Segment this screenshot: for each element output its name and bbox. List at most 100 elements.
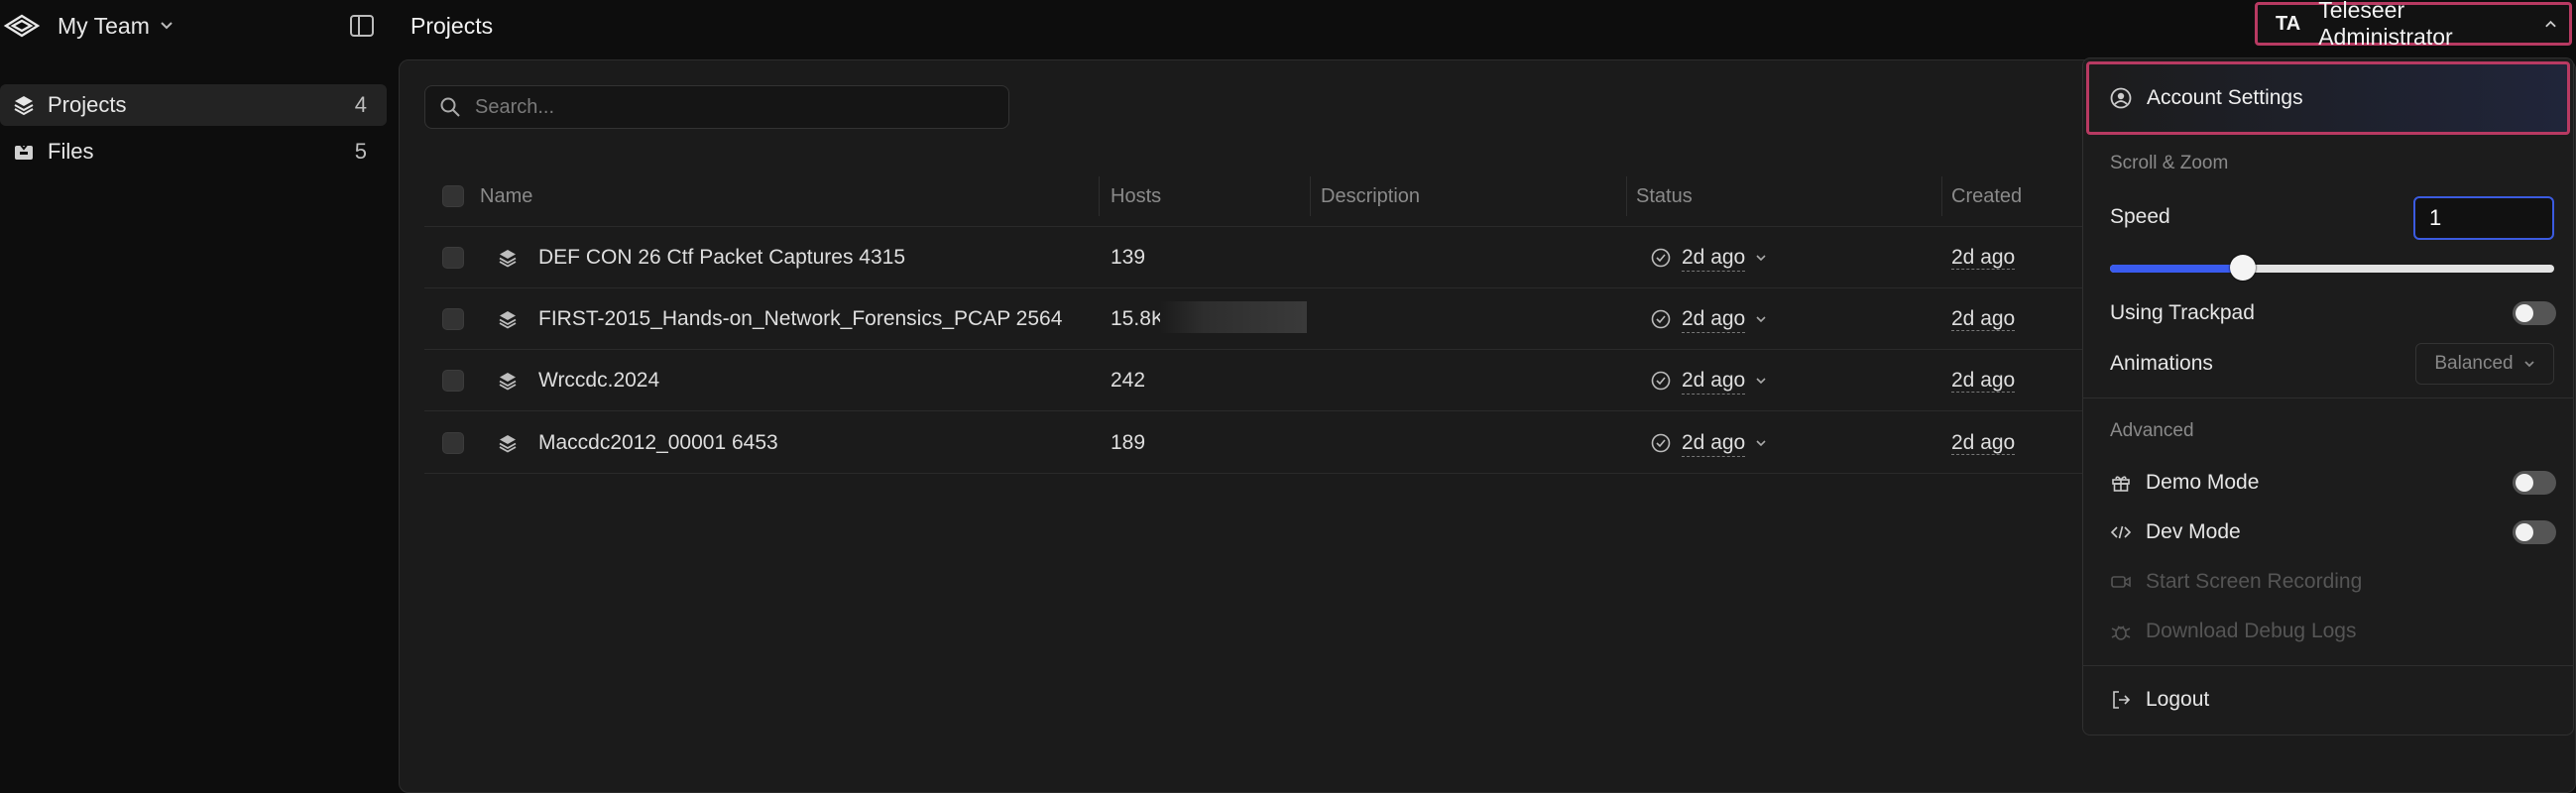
trackpad-toggle[interactable] [2513,301,2556,325]
project-name[interactable]: Maccdc2012_00001 6453 [538,427,778,459]
account-settings-item[interactable]: Account Settings [2086,61,2570,135]
chevron-down-icon [1756,255,1766,262]
check-circle-icon [1651,309,1671,329]
hosts-count: 15.8K [1111,307,1165,330]
column-header-description[interactable]: Description [1321,180,1420,212]
sidebar-panel-icon [350,15,374,37]
download-logs-label: Download Debug Logs [2146,620,2357,642]
user-name: Teleseer Administrator [2318,0,2453,50]
layers-icon [14,96,34,116]
check-circle-icon [1651,371,1671,391]
video-camera-icon [2111,576,2131,588]
row-checkbox[interactable] [442,308,464,330]
user-initials: TA [2276,12,2301,35]
row-divider [424,226,2110,227]
user-circle-icon [2110,87,2132,109]
sidebar-item-count: 4 [354,92,367,117]
column-header-name[interactable]: Name [480,180,532,212]
inbox-icon [15,143,33,160]
chevron-down-icon [1756,440,1766,447]
speed-input[interactable] [2413,196,2554,240]
project-name[interactable]: DEF CON 26 Ctf Packet Captures 4315 [538,242,905,274]
animations-row: Animations [2110,348,2407,380]
column-divider[interactable] [1941,176,1942,216]
logo-icon [3,14,41,38]
demo-mode-label: Demo Mode [2146,471,2260,494]
row-divider [424,287,2110,288]
sidebar-item-label: Projects [48,92,127,117]
status-cell[interactable]: 2d ago [1650,365,1767,396]
speed-row: Speed [2110,201,2407,233]
check-circle-icon [1651,248,1671,268]
dev-mode-row[interactable]: Dev Mode [2110,516,2556,548]
search-icon [440,97,460,117]
search-input[interactable] [473,94,993,120]
chevron-down-icon [1756,378,1766,385]
select-all-checkbox[interactable] [442,185,464,207]
menu-divider [2082,665,2574,666]
chevron-down-icon [161,22,173,30]
created-time: 2d ago [1951,431,2016,455]
status-time: 2d ago [1682,245,1746,272]
column-divider[interactable] [1099,176,1100,216]
status-cell[interactable]: 2d ago [1650,242,1767,274]
created-time: 2d ago [1951,369,2016,393]
status-cell[interactable]: 2d ago [1650,427,1767,459]
column-header-hosts[interactable]: Hosts [1111,180,1161,212]
dev-mode-toggle[interactable] [2513,520,2556,544]
layers-icon [499,250,517,268]
status-cell[interactable]: 2d ago [1650,303,1767,335]
status-time: 2d ago [1682,306,1746,333]
layers-icon [499,373,517,391]
user-menu-button[interactable]: TA Teleseer Administrator [2255,0,2572,50]
row-checkbox[interactable] [442,247,464,269]
search-bar[interactable] [424,85,1009,129]
demo-mode-toggle[interactable] [2513,471,2556,495]
logout-item[interactable]: Logout [2110,684,2556,716]
column-divider[interactable] [1626,176,1627,216]
column-header-status[interactable]: Status [1636,180,1693,212]
chevron-up-icon [2545,20,2556,28]
chevron-down-icon [2523,361,2534,368]
column-divider[interactable] [1310,176,1311,216]
code-icon [2110,525,2132,539]
hosts-bar [1160,301,1307,333]
sidebar-item-files[interactable]: Files 5 [0,131,387,172]
using-trackpad-row[interactable]: Using Trackpad [2110,297,2556,329]
team-switcher[interactable]: My Team [58,10,174,42]
demo-mode-row[interactable]: Demo Mode [2110,467,2556,499]
status-time: 2d ago [1682,430,1746,457]
created-time: 2d ago [1951,307,2016,331]
logout-icon [2113,691,2131,709]
sidebar-item-projects[interactable]: Projects 4 [0,84,387,126]
check-circle-icon [1651,433,1671,453]
status-time: 2d ago [1682,368,1746,395]
speed-label: Speed [2110,205,2170,228]
app-logo[interactable] [2,10,42,42]
hosts-count: 139 [1111,246,1146,269]
sidebar-toggle-button[interactable] [347,11,377,41]
animations-select[interactable]: Balanced [2415,343,2554,385]
bug-icon [2111,625,2131,640]
sidebar-item-count: 5 [354,139,367,164]
layers-icon [499,435,517,453]
logout-label: Logout [2146,688,2210,711]
row-checkbox[interactable] [442,370,464,392]
column-header-created[interactable]: Created [1951,180,2022,212]
project-name[interactable]: Wrccdc.2024 [538,365,659,396]
chevron-down-icon [1756,316,1766,323]
speed-slider-fill [2110,265,2244,273]
created-time: 2d ago [1951,246,2016,270]
menu-divider [2082,397,2574,398]
account-settings-label: Account Settings [2147,86,2303,109]
row-checkbox[interactable] [442,432,464,454]
sidebar-item-label: Files [48,139,94,164]
gift-icon [2112,476,2130,492]
start-screen-recording-item[interactable]: Start Screen Recording [2110,566,2556,598]
animations-value: Balanced [2434,353,2514,374]
animations-label: Animations [2110,352,2213,375]
row-divider [424,410,2110,411]
project-name[interactable]: FIRST-2015_Hands-on_Network_Forensics_PC… [538,303,1062,335]
row-divider [424,349,2110,350]
download-debug-logs-item[interactable]: Download Debug Logs [2110,616,2556,647]
